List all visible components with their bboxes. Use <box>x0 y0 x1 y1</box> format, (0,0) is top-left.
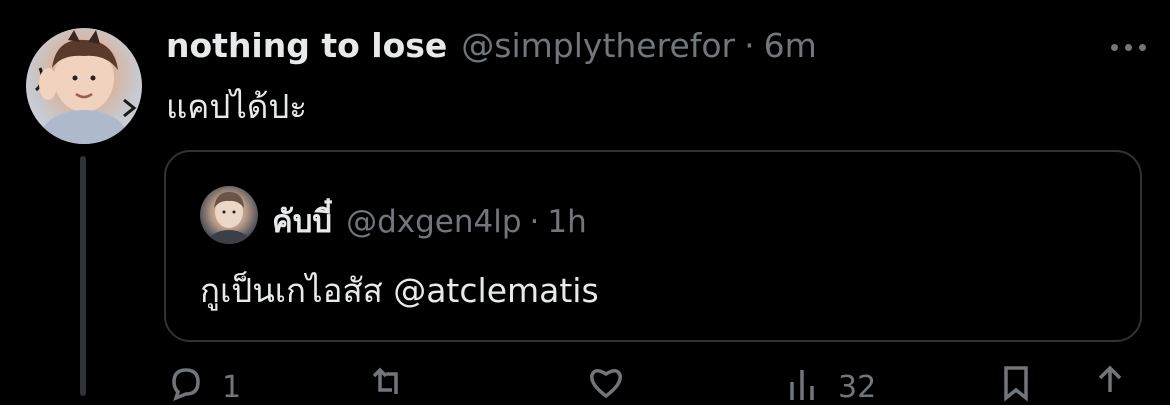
views-chart-icon <box>790 370 814 400</box>
more-dot-icon <box>1125 44 1132 51</box>
tweet-text: แคปได้ปะ <box>166 87 307 126</box>
reply-count: 1 <box>222 370 242 405</box>
more-dot-icon <box>1111 44 1118 51</box>
more-options-button[interactable] <box>1111 44 1146 51</box>
quoted-handle[interactable]: @dxgen4lp <box>346 204 521 240</box>
share-icon <box>1098 365 1122 392</box>
quoted-text: กูเป็นเกไอสัส @atclematis <box>200 271 599 310</box>
quoted-timestamp[interactable]: 1h <box>547 204 586 240</box>
like-button[interactable] <box>586 362 642 402</box>
heart-icon <box>590 369 622 399</box>
bookmark-button[interactable] <box>996 362 1036 402</box>
author-handle[interactable]: @simplytherefor <box>461 26 735 65</box>
author-display-name[interactable]: nothing to lose <box>166 26 447 65</box>
views-button[interactable]: 32 <box>782 362 876 405</box>
tweet-header: nothing to lose @simplytherefor · 6m <box>166 26 817 70</box>
more-dot-icon <box>1139 44 1146 51</box>
header-separator: · <box>744 26 755 65</box>
share-button[interactable] <box>1090 362 1130 402</box>
quoted-separator: · <box>529 204 540 240</box>
views-count: 32 <box>838 370 877 405</box>
reply-icon <box>172 368 200 402</box>
quoted-display-name[interactable]: คับบี๋ <box>272 196 332 246</box>
tweet[interactable]: nothing to lose @simplytherefor · 6m แคป… <box>0 0 1170 405</box>
avatar-photo-icon <box>34 30 137 144</box>
author-avatar[interactable] <box>26 28 142 144</box>
avatar-photo-icon <box>207 192 251 244</box>
quoted-tweet[interactable]: คับบี๋ @dxgen4lp · 1h กูเป็นเกไอสัส @atc… <box>164 150 1142 342</box>
quoted-header: คับบี๋ @dxgen4lp · 1h <box>272 196 587 246</box>
bookmark-icon <box>1004 366 1028 402</box>
reply-button[interactable]: 1 <box>166 362 241 405</box>
action-bar: 1 32 <box>166 362 1126 405</box>
quoted-author-avatar[interactable] <box>200 186 258 244</box>
retweet-button[interactable] <box>366 362 422 402</box>
retweet-icon <box>372 367 398 394</box>
tweet-timestamp[interactable]: 6m <box>764 26 817 65</box>
thread-line <box>80 156 86 396</box>
